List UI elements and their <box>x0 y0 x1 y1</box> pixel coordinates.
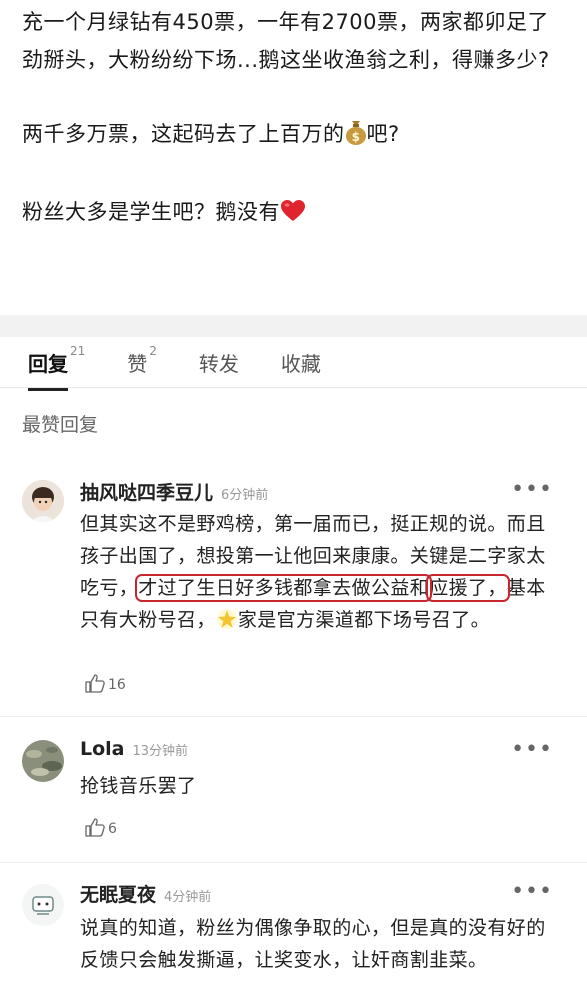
comment-text: 说真的知道，粉丝为偶像争取的心，但是真的没有好的反馈只会触发撕逼，让奖变水，让奸… <box>80 917 546 971</box>
red-heart-icon <box>280 197 306 235</box>
more-dots-icon[interactable]: ••• <box>511 479 553 501</box>
comment-author[interactable]: Lola <box>80 738 125 760</box>
comment-text-part-c: 家是官方渠道都下场号召了。 <box>237 609 491 631</box>
post-paragraph-2-text: 两千多万票，这起码去了上百万的 <box>22 122 345 146</box>
tab-replies-label: 回复 <box>28 351 68 376</box>
comment-header: 抽风哒四季豆儿 6分钟前 <box>80 478 268 505</box>
comment-time: 6分钟前 <box>221 488 269 503</box>
comment-text: 但其实这不是野鸡榜，第一届而已，挺正规的说。而且孩子出国了，想投第一让他回来康康… <box>80 508 550 640</box>
comment-time: 4分钟前 <box>164 890 212 905</box>
post-paragraph-3-text: 粉丝大多是学生吧？鹅没有 <box>22 200 280 224</box>
tab-favorites-label: 收藏 <box>280 351 321 376</box>
comment-text: 抢钱音乐罢了 <box>80 775 197 797</box>
glowing-star-icon <box>216 608 238 640</box>
tab-replies-count: 21 <box>70 343 86 358</box>
tab-bar: 回复 21 赞2 转发 收藏 <box>0 337 587 391</box>
post-paragraph-1: 充一个月绿钻有450票，一年有2700票，两家都卯足了劲掰头，大粉纷纷下场...… <box>22 10 550 72</box>
avatar[interactable] <box>22 740 64 782</box>
tab-reposts-label: 转发 <box>198 351 239 376</box>
comment-author[interactable]: 抽风哒四季豆儿 <box>80 478 213 505</box>
like-button[interactable]: 6 <box>84 816 117 842</box>
like-button[interactable]: 16 <box>84 672 126 698</box>
avatar[interactable] <box>22 884 64 926</box>
comment-divider <box>0 716 587 717</box>
comment-header: 无眠夏夜 4分钟前 <box>80 880 211 907</box>
post-paragraph-3: 粉丝大多是学生吧？鹅没有 <box>22 193 565 235</box>
post-paragraph-2-end: 吧? <box>366 122 400 146</box>
post-body: 充一个月绿钻有450票，一年有2700票，两家都卯足了劲掰头，大粉纷纷下场...… <box>0 0 587 235</box>
tab-reposts[interactable]: 转发 <box>199 348 239 377</box>
thumb-up-icon <box>84 816 108 842</box>
comment-header: Lola 13分钟前 <box>80 738 188 760</box>
thumb-up-icon <box>84 672 108 698</box>
svg-text:$: $ <box>351 130 360 144</box>
comment-time: 13分钟前 <box>132 744 189 759</box>
tab-likes-label: 赞 <box>127 351 148 376</box>
highlight-circle-1: 才过了生日好多钱都拿去做公益和 <box>135 574 433 602</box>
more-dots-icon[interactable]: ••• <box>511 739 553 761</box>
section-divider <box>0 315 587 337</box>
highlight-circle-2: 应援了， <box>426 574 510 602</box>
post-paragraph-2: 两千多万票，这起码去了上百万的 $ 吧? <box>22 115 565 157</box>
tab-favorites[interactable]: 收藏 <box>281 348 321 377</box>
comment-divider <box>0 862 587 863</box>
tab-likes-count: 2 <box>149 343 157 358</box>
section-title-top-replies: 最赞回复 <box>22 414 99 436</box>
tab-replies[interactable]: 回复 21 <box>28 344 85 391</box>
tab-likes[interactable]: 赞2 <box>127 344 157 377</box>
more-dots-icon[interactable]: ••• <box>511 881 553 903</box>
money-bag-icon: $ <box>345 119 367 157</box>
avatar[interactable] <box>22 480 64 522</box>
comment-author[interactable]: 无眠夏夜 <box>80 880 156 907</box>
like-count: 16 <box>108 677 126 693</box>
like-count: 6 <box>108 821 117 837</box>
